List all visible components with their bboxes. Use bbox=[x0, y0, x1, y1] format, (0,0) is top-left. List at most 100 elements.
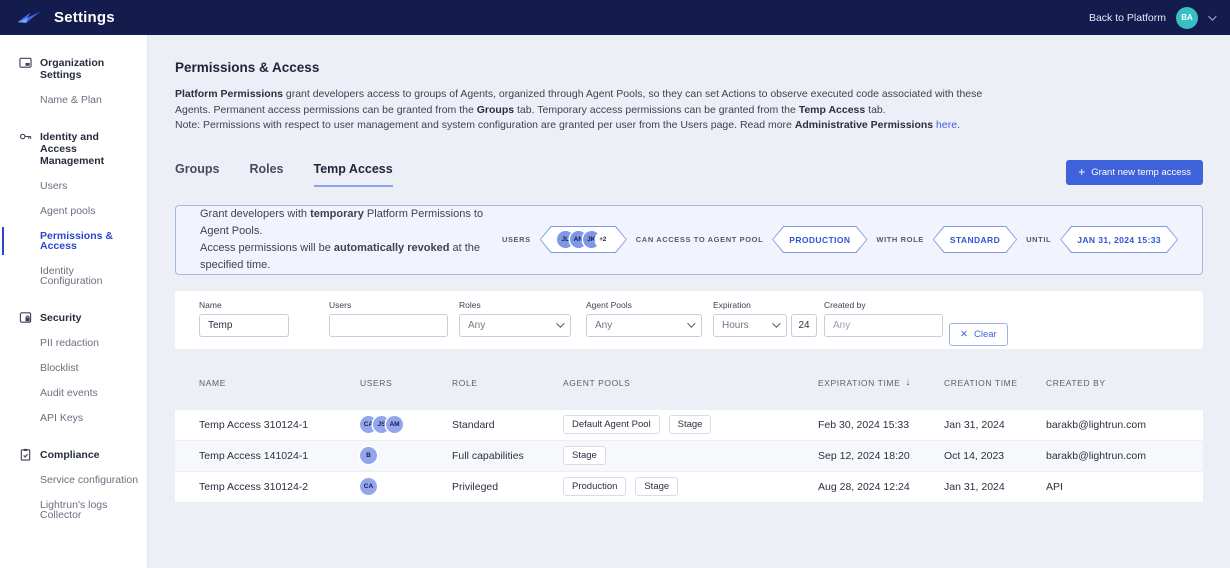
filters-card: Name Users Roles Any Agent Pools Any Exp… bbox=[175, 291, 1203, 349]
sidebar-item-agent-pools[interactable]: Agent pools bbox=[0, 202, 147, 220]
cell-name: Temp Access 310124-1 bbox=[199, 419, 360, 431]
cell-agent-pools: Default Agent Pool Stage bbox=[563, 415, 818, 434]
cell-agent-pools: Stage bbox=[563, 446, 818, 465]
intro-bold-temp-access: Temp Access bbox=[799, 104, 866, 116]
tabs-row: Groups Roles Temp Access + Grant new tem… bbox=[175, 160, 1203, 187]
expiration-amount-input[interactable] bbox=[791, 314, 817, 337]
intro-text: tab. bbox=[865, 104, 885, 116]
sort-desc-icon[interactable]: ↓ bbox=[905, 377, 911, 388]
cell-expiration-time: Sep 12, 2024 18:20 bbox=[818, 450, 944, 462]
flow-users-label: USERS bbox=[502, 235, 531, 244]
sidebar-item-pii-redaction[interactable]: PII redaction bbox=[0, 334, 147, 352]
chevron-down-icon[interactable] bbox=[1208, 12, 1216, 20]
sidebar-section-label: Security bbox=[40, 312, 81, 324]
back-to-platform-link[interactable]: Back to Platform bbox=[1089, 12, 1166, 24]
sidebar-item-identity-configuration[interactable]: Identity Configuration bbox=[0, 262, 147, 290]
intro-bold-platform-permissions: Platform Permissions bbox=[175, 88, 283, 100]
banner-text-part: Grant developers with bbox=[200, 208, 310, 220]
here-link[interactable]: here bbox=[936, 119, 957, 131]
sidebar-item-api-keys[interactable]: API Keys bbox=[0, 409, 147, 427]
column-header-expiration-time[interactable]: EXPIRATION TIME↓ bbox=[818, 377, 944, 388]
sidebar-section-organization: Organization Settings Name & Plan bbox=[0, 57, 147, 109]
column-header-created-by[interactable]: CREATED BY bbox=[1046, 378, 1179, 388]
users-filter-label: Users bbox=[329, 300, 448, 310]
expiration-unit-value: Hours bbox=[722, 320, 749, 331]
cell-name: Temp Access 141024-1 bbox=[199, 450, 360, 462]
sidebar-item-users[interactable]: Users bbox=[0, 177, 147, 195]
agent-pool-chip: Stage bbox=[669, 415, 712, 434]
sidebar-section-label: Compliance bbox=[40, 449, 100, 461]
name-filter-input[interactable] bbox=[199, 314, 289, 337]
table-header-row: NAME USERS ROLE AGENT POOLS EXPIRATION T… bbox=[175, 368, 1203, 398]
column-header-agent-pools[interactable]: AGENT POOLS bbox=[563, 378, 818, 388]
user-avatar: B bbox=[360, 447, 377, 464]
user-avatar[interactable]: BA bbox=[1176, 7, 1198, 29]
column-header-role[interactable]: ROLE bbox=[452, 378, 563, 388]
sidebar-item-service-configuration[interactable]: Service configuration bbox=[0, 471, 147, 489]
sidebar-section-organization-header[interactable]: Organization Settings bbox=[0, 57, 147, 81]
note-text: Note: Permissions with respect to user m… bbox=[175, 119, 795, 131]
agent-pool-chip: Production bbox=[563, 477, 626, 496]
sidebar-section-security-header[interactable]: Security bbox=[0, 312, 147, 324]
tab-temp-access[interactable]: Temp Access bbox=[314, 162, 393, 187]
cell-agent-pools: Production Stage bbox=[563, 477, 818, 496]
cell-role: Standard bbox=[452, 419, 563, 431]
cell-creation-time: Jan 31, 2024 bbox=[944, 419, 1046, 431]
sidebar-section-compliance-header[interactable]: Compliance bbox=[0, 449, 147, 461]
chevron-down-icon bbox=[556, 319, 564, 327]
intro-bold-groups: Groups bbox=[477, 104, 514, 116]
cell-creation-time: Oct 14, 2023 bbox=[944, 450, 1046, 462]
sidebar-item-permissions-access[interactable]: Permissions & Access bbox=[2, 227, 147, 255]
table-row[interactable]: Temp Access 310124-2 CA Privileged Produ… bbox=[175, 472, 1203, 503]
tab-groups[interactable]: Groups bbox=[175, 162, 219, 187]
cell-created-by: barakb@lightrun.com bbox=[1046, 450, 1179, 462]
table-row[interactable]: Temp Access 141024-1 B Full capabilities… bbox=[175, 441, 1203, 472]
name-filter-label: Name bbox=[199, 300, 289, 310]
table-row[interactable]: Temp Access 310124-1 CA JS AM Standard D… bbox=[175, 410, 1203, 441]
cell-role: Privileged bbox=[452, 481, 563, 493]
agent-pools-filter-value: Any bbox=[595, 320, 612, 331]
clear-button-label: Clear bbox=[974, 329, 997, 340]
sidebar-section-security: Security PII redaction Blocklist Audit e… bbox=[0, 312, 147, 427]
cell-expiration-time: Feb 30, 2024 15:33 bbox=[818, 419, 944, 431]
agent-pool-chip: Stage bbox=[635, 477, 678, 496]
cell-name: Temp Access 310124-2 bbox=[199, 481, 360, 493]
settings-sidebar: Organization Settings Name & Plan Identi… bbox=[0, 35, 148, 568]
sidebar-item-lightrun-logs-collector[interactable]: Lightrun's logs Collector bbox=[0, 496, 147, 524]
sidebar-item-audit-events[interactable]: Audit events bbox=[0, 384, 147, 402]
main-content: Permissions & Access Platform Permission… bbox=[148, 35, 1230, 568]
top-bar: Settings Back to Platform BA bbox=[0, 0, 1230, 35]
user-avatar: CA bbox=[360, 478, 377, 495]
expiration-unit-select[interactable]: Hours bbox=[713, 314, 787, 337]
banner-bold-revoked: automatically revoked bbox=[334, 242, 450, 254]
roles-filter-select[interactable]: Any bbox=[459, 314, 571, 337]
users-filter-input[interactable] bbox=[329, 314, 448, 337]
flow-users-badge: JL AN JK +2 bbox=[540, 226, 627, 253]
column-header-users[interactable]: USERS bbox=[360, 378, 452, 388]
sidebar-section-label: Organization Settings bbox=[40, 57, 137, 81]
flow-user-avatars: JL AN JK +2 bbox=[557, 231, 610, 248]
sidebar-item-name-and-plan[interactable]: Name & Plan bbox=[0, 91, 147, 109]
banner-text: Grant developers with temporary Platform… bbox=[200, 206, 502, 274]
created-by-filter-input[interactable] bbox=[824, 314, 943, 337]
agent-pools-filter-select[interactable]: Any bbox=[586, 314, 702, 337]
sidebar-section-identity: Identity and Access Management Users Age… bbox=[0, 131, 147, 290]
column-header-creation-time[interactable]: CREATION TIME bbox=[944, 378, 1046, 388]
agent-pool-chip: Stage bbox=[563, 446, 606, 465]
clear-x-icon: ✕ bbox=[960, 329, 968, 340]
column-header-name[interactable]: NAME bbox=[199, 378, 360, 388]
clear-filters-button[interactable]: ✕ Clear bbox=[949, 323, 1008, 346]
grant-button-label: Grant new temp access bbox=[1091, 167, 1191, 178]
grant-new-temp-access-button[interactable]: + Grant new temp access bbox=[1066, 160, 1203, 185]
compliance-icon bbox=[19, 448, 32, 461]
note-text: . bbox=[957, 119, 960, 131]
sidebar-section-compliance: Compliance Service configuration Lightru… bbox=[0, 449, 147, 524]
user-avatar: AM bbox=[386, 416, 403, 433]
note-bold-admin-permissions: Administrative Permissions bbox=[795, 119, 933, 131]
sidebar-section-identity-header[interactable]: Identity and Access Management bbox=[0, 131, 147, 167]
chevron-down-icon bbox=[687, 319, 695, 327]
flow-role-badge: STANDARD bbox=[933, 226, 1017, 253]
cell-users: CA JS AM bbox=[360, 416, 452, 433]
sidebar-item-blocklist[interactable]: Blocklist bbox=[0, 359, 147, 377]
tab-roles[interactable]: Roles bbox=[249, 162, 283, 187]
